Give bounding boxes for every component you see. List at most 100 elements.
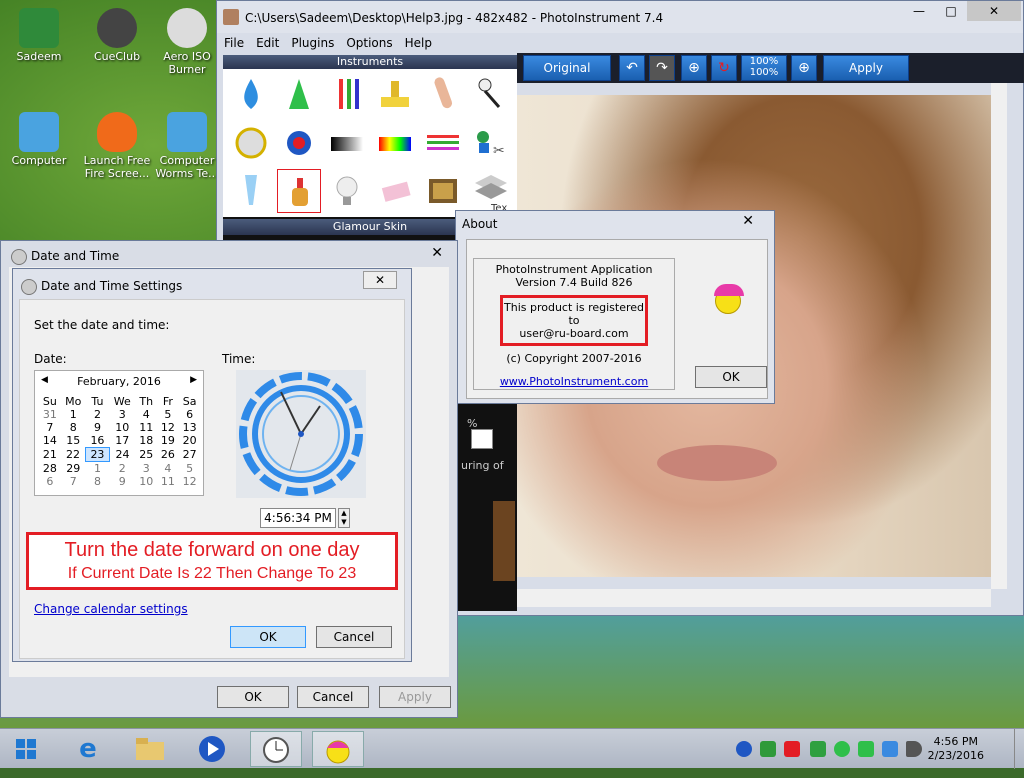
file-explorer-icon[interactable]	[124, 731, 176, 767]
desktop-icon-computer[interactable]: Computer	[4, 112, 74, 167]
calendar-day[interactable]: 24	[109, 448, 135, 462]
calendar-day[interactable]: 1	[86, 462, 109, 475]
calendar-day[interactable]: 9	[109, 475, 135, 488]
calendar-day[interactable]: 5	[157, 408, 179, 421]
stamp-icon[interactable]	[373, 73, 417, 117]
settings-cancel-button[interactable]: Cancel	[316, 626, 392, 648]
close-icon[interactable]: ✕	[742, 213, 754, 229]
vertical-scrollbar[interactable]	[991, 83, 1007, 589]
about-ok-button[interactable]: OK	[695, 366, 767, 388]
texture-thumbnail[interactable]	[493, 501, 515, 581]
calendar-day[interactable]: 25	[135, 448, 157, 462]
calendar-day[interactable]: 8	[86, 475, 109, 488]
show-desktop-button[interactable]	[1014, 729, 1024, 769]
lines-icon[interactable]	[421, 121, 465, 165]
menu-plugins[interactable]: Plugins	[284, 33, 339, 50]
calendar-day[interactable]: 21	[39, 448, 61, 462]
apply-button[interactable]: Apply	[823, 55, 909, 81]
image-frame-icon[interactable]	[421, 169, 465, 213]
calendar-month[interactable]: February, 2016	[35, 375, 203, 388]
melt-clock-icon[interactable]	[229, 121, 273, 165]
calendar-day[interactable]: 2	[109, 462, 135, 476]
calendar-day[interactable]: 19	[157, 434, 179, 448]
calendar-day[interactable]: 6	[39, 475, 61, 488]
calendar-day[interactable]: 13	[179, 421, 201, 434]
calendar-day[interactable]: 7	[39, 421, 61, 434]
lightbulb-icon[interactable]	[325, 169, 369, 213]
calendar-day[interactable]: 15	[61, 434, 86, 448]
calendar-day[interactable]: 11	[135, 421, 157, 434]
liquify-icon[interactable]	[229, 169, 273, 213]
taskbar-clock[interactable]: 4:56 PM 2/23/2016	[928, 735, 984, 763]
close-button[interactable]: ✕	[363, 271, 397, 289]
menu-file[interactable]: File	[217, 33, 249, 50]
undo-icon[interactable]: ↶	[619, 55, 645, 81]
eraser-icon[interactable]	[373, 169, 417, 213]
calendar-day[interactable]: 12	[157, 421, 179, 434]
menu-help[interactable]: Help	[398, 33, 437, 50]
date-time-taskbar-icon[interactable]	[250, 731, 302, 767]
desktop-icon-sadeem[interactable]: Sadeem	[4, 8, 74, 63]
menu-edit[interactable]: Edit	[249, 33, 284, 50]
desktop-icon-computer-worms[interactable]: Computer Worms Te...	[152, 112, 222, 180]
calendar-day[interactable]: 12	[179, 475, 201, 488]
check-icon[interactable]	[834, 741, 850, 757]
zoom-in-icon[interactable]: ⊕	[681, 55, 707, 81]
color-spectrum-icon[interactable]	[373, 121, 417, 165]
zoom-fit-icon[interactable]: ⊕	[791, 55, 817, 81]
start-button[interactable]	[0, 731, 52, 767]
maximize-button[interactable]: □	[935, 1, 967, 21]
calendar-day[interactable]: 5	[179, 462, 201, 476]
water-drop-icon[interactable]	[229, 73, 273, 117]
perfume-icon[interactable]	[277, 169, 321, 213]
side-spinner[interactable]	[471, 429, 493, 449]
calendar-day[interactable]: 9	[86, 421, 109, 434]
calendar-day[interactable]: 6	[179, 408, 201, 421]
network-icon[interactable]	[882, 741, 898, 757]
calendar-day[interactable]: 4	[157, 462, 179, 476]
cancel-button[interactable]: Cancel	[297, 686, 369, 708]
calendar-day-selected[interactable]: 23	[85, 447, 110, 462]
zoom-100-button[interactable]: 100% 100%	[741, 55, 787, 81]
calendar-day[interactable]: 2	[86, 408, 109, 421]
time-stepper[interactable]: ▲ ▼	[338, 508, 350, 528]
calendar-day[interactable]: 10	[109, 421, 135, 434]
calendar-day[interactable]: 10	[135, 475, 157, 488]
desktop-icon-aero-iso-burner[interactable]: Aero ISO Burner	[152, 8, 222, 76]
horizontal-scrollbar[interactable]	[517, 589, 991, 607]
time-input[interactable]: 4:56:34 PM	[260, 508, 336, 528]
calendar-day[interactable]: 1	[61, 408, 86, 421]
clone-icon[interactable]: ✂	[469, 121, 513, 165]
calendar-day[interactable]: 16	[86, 434, 109, 448]
original-button[interactable]: Original	[523, 55, 611, 81]
desktop-icon-launch-free-fire[interactable]: Launch Free Fire Scree...	[82, 112, 152, 180]
calendar-day[interactable]: 27	[179, 448, 201, 462]
download-icon[interactable]	[810, 741, 826, 757]
brush-icon[interactable]	[325, 73, 369, 117]
calendar-day[interactable]: 11	[157, 475, 179, 488]
shield-icon[interactable]	[784, 741, 800, 757]
calendar-day[interactable]: 14	[39, 434, 61, 448]
calendar-day[interactable]: 7	[61, 475, 86, 488]
media-player-icon[interactable]	[186, 731, 238, 767]
finger-icon[interactable]	[421, 73, 465, 117]
close-icon[interactable]: ✕	[431, 245, 443, 261]
next-month-icon[interactable]: ▶	[190, 375, 197, 385]
settings-ok-button[interactable]: OK	[230, 626, 306, 648]
ok-button[interactable]: OK	[217, 686, 289, 708]
close-button[interactable]: ✕	[967, 1, 1021, 21]
cone-icon[interactable]	[277, 73, 321, 117]
security-icon[interactable]	[760, 741, 776, 757]
desktop-icon-cueclub[interactable]: CueClub	[82, 8, 152, 63]
red-eye-icon[interactable]	[277, 121, 321, 165]
chat-icon[interactable]	[858, 741, 874, 757]
change-calendar-settings-link[interactable]: Change calendar settings	[34, 602, 188, 616]
calendar-day[interactable]: 4	[135, 408, 157, 421]
calendar-day[interactable]: 3	[109, 408, 135, 421]
minimize-button[interactable]: —	[903, 1, 935, 21]
calendar-day[interactable]: 28	[39, 462, 61, 476]
pin-icon[interactable]	[469, 73, 513, 117]
volume-icon[interactable]	[906, 741, 922, 757]
calendar-day[interactable]: 29	[61, 462, 86, 476]
internet-explorer-icon[interactable]: e	[62, 731, 114, 767]
